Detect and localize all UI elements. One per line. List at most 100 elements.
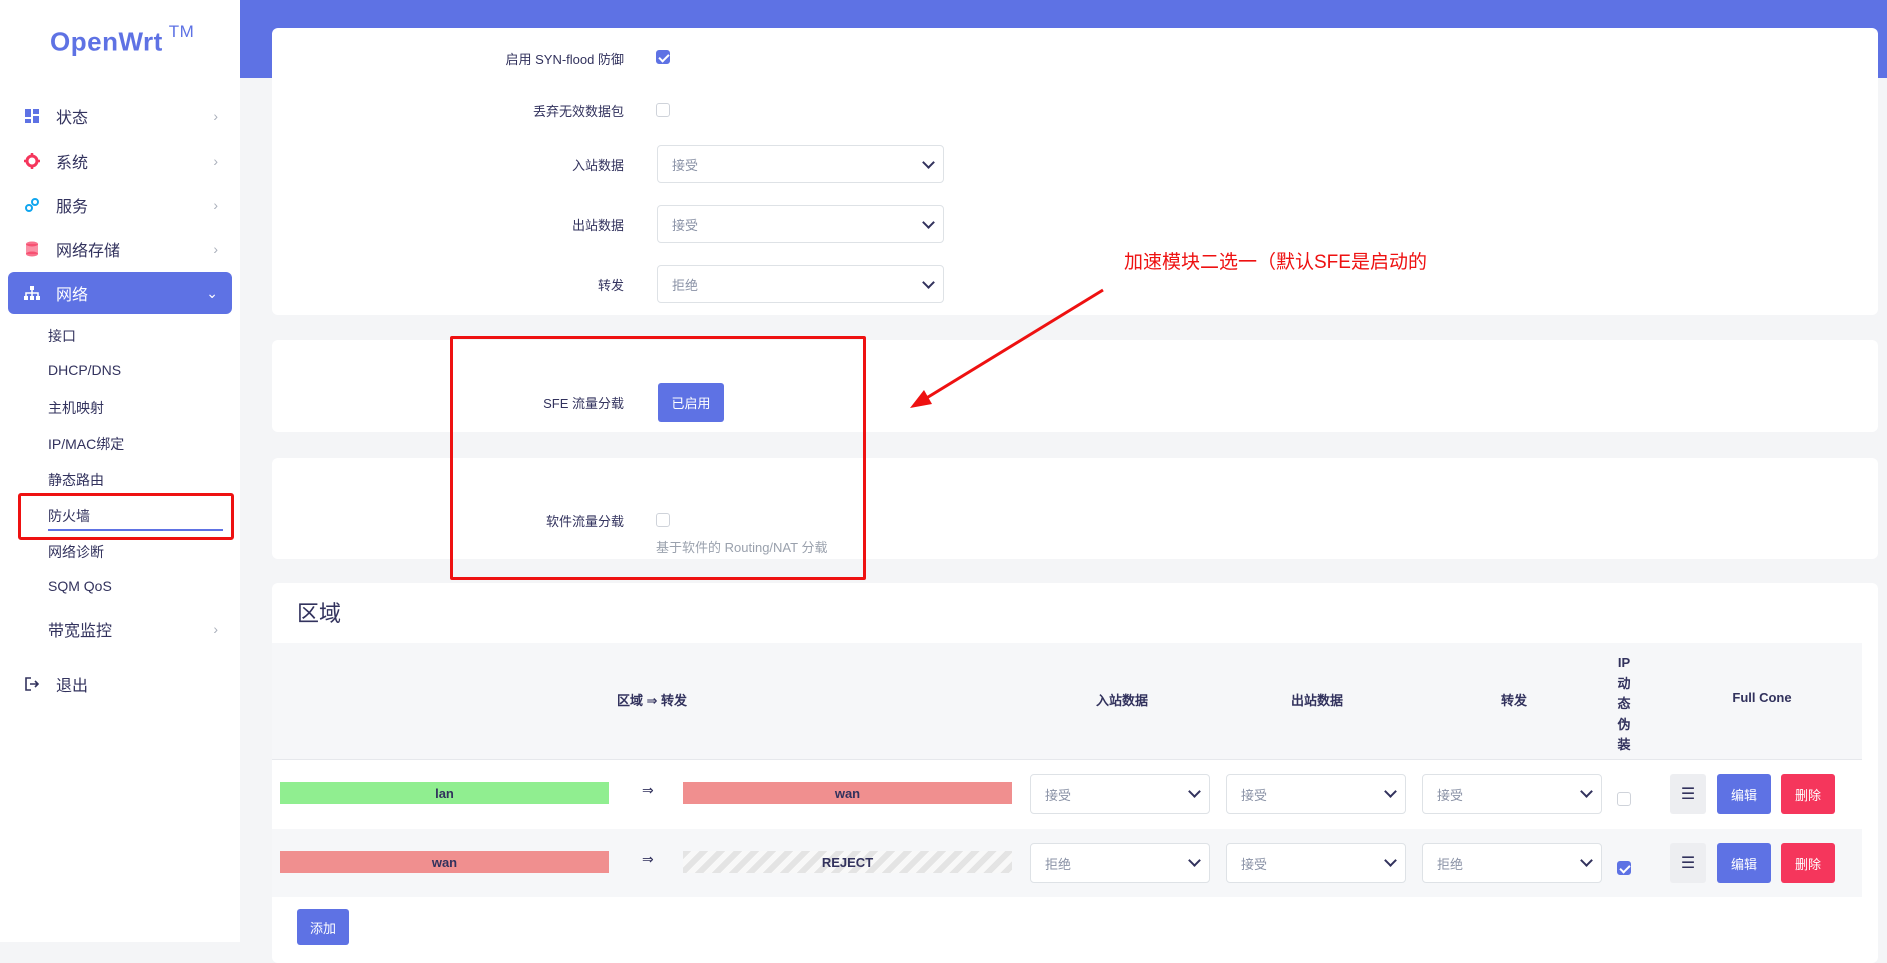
drag-handle-button[interactable]: ☰ [1670, 774, 1706, 814]
chevron-down-icon [1384, 854, 1397, 867]
th-masq-char: 装 [1617, 737, 1631, 752]
chevron-right-icon: › [213, 108, 218, 124]
th-masq-char: IP [1617, 655, 1631, 670]
add-zone-button[interactable]: 添加 [297, 909, 349, 945]
sub-hostnames[interactable]: 主机映射 [48, 398, 104, 418]
logout-icon [22, 677, 42, 691]
firewall-highlight-box [18, 493, 234, 540]
row-output-select[interactable]: 接受 [1226, 774, 1406, 814]
row-input-select[interactable]: 接受 [1030, 774, 1210, 814]
gear-icon [22, 153, 42, 169]
forward-policy-value: 拒绝 [672, 277, 699, 293]
syn-flood-checkbox[interactable] [656, 50, 670, 64]
openwrt-logo[interactable]: OpenWrt TM [50, 22, 194, 58]
row-input-value: 拒绝 [1045, 856, 1072, 872]
forward-arrow: ⇒ [642, 851, 654, 867]
menu-bandwidth[interactable]: 带宽监控 › [8, 611, 232, 647]
dashboard-icon [22, 109, 42, 123]
sub-diagnostics[interactable]: 网络诊断 [48, 542, 104, 562]
chevron-right-icon: › [213, 621, 218, 637]
delete-button[interactable]: 删除 [1781, 843, 1835, 883]
forward-policy-label: 转发 [597, 278, 624, 293]
menu-nas-label: 网络存储 [56, 243, 121, 260]
chevron-down-icon: ⌄ [206, 284, 218, 301]
menu-status[interactable]: 状态 › [8, 98, 232, 134]
drag-handle-button[interactable]: ☰ [1670, 843, 1706, 883]
chevron-down-icon [1580, 854, 1593, 867]
zone-dest-reject: REJECT [683, 851, 1012, 873]
zones-title: 区域 [297, 601, 342, 626]
row-masq-checkbox[interactable] [1617, 792, 1631, 806]
input-policy-select[interactable]: 接受 [657, 145, 944, 183]
row-forward-value: 接受 [1437, 787, 1464, 803]
output-policy-value: 接受 [672, 217, 699, 233]
row-masq-checkbox[interactable] [1617, 861, 1631, 875]
row-forward-select[interactable]: 拒绝 [1422, 843, 1602, 883]
sidebar: OpenWrt TM 状态 › 系统 › 服务 › 网络存储 › 网络 ⌄ 接口… [0, 0, 240, 942]
output-policy-select[interactable]: 接受 [657, 205, 944, 243]
input-policy-value: 接受 [672, 157, 699, 173]
th-masq-char: 动 [1617, 675, 1631, 691]
annotation-text: 加速模块二选一（默认SFE是启动的 [1124, 252, 1427, 273]
menu-logout-label: 退出 [56, 678, 89, 695]
th-masquerade: IP 动 态 伪 装 [1614, 653, 1634, 756]
services-icon [22, 197, 42, 213]
annotation-arrow [910, 288, 1104, 408]
brand-name: OpenWrt [50, 26, 163, 57]
forward-arrow: ⇒ [642, 782, 654, 798]
row-forward-value: 拒绝 [1437, 856, 1464, 872]
menu-services-label: 服务 [56, 199, 89, 216]
table-row: lan ⇒ wan 接受 接受 接受 ☰ 编辑 删除 [272, 760, 1862, 828]
drop-invalid-checkbox[interactable] [656, 103, 670, 117]
row-output-value: 接受 [1241, 787, 1268, 803]
menu-nas[interactable]: 网络存储 › [8, 231, 232, 267]
chevron-right-icon: › [213, 153, 218, 169]
offload-highlight-box [450, 336, 866, 580]
th-input: 入站数据 [1095, 693, 1148, 708]
menu-status-label: 状态 [56, 110, 89, 127]
edit-button[interactable]: 编辑 [1717, 774, 1771, 814]
chevron-down-icon [1580, 785, 1593, 798]
zones-table-header: 区域 ⇒ 转发 入站数据 出站数据 转发 IP 动 态 伪 装 Full Con… [272, 643, 1862, 760]
chevron-right-icon: › [213, 197, 218, 213]
th-zone-forward: 区域 ⇒ 转发 [616, 693, 688, 708]
menu-bandwidth-label: 带宽监控 [48, 623, 113, 640]
network-icon [22, 286, 42, 300]
menu-network-label: 网络 [56, 287, 89, 304]
output-policy-label: 出站数据 [571, 218, 624, 233]
row-output-select[interactable]: 接受 [1226, 843, 1406, 883]
drop-invalid-label: 丢弃无效数据包 [532, 104, 624, 119]
zone-source-lan: lan [280, 782, 609, 804]
menu-logout[interactable]: 退出 [8, 666, 232, 702]
menu-system-label: 系统 [56, 155, 89, 172]
th-output: 出站数据 [1290, 693, 1343, 708]
delete-button[interactable]: 删除 [1781, 774, 1835, 814]
sub-ip-mac-bind[interactable]: IP/MAC绑定 [48, 434, 124, 454]
menu-services[interactable]: 服务 › [8, 187, 232, 223]
row-forward-select[interactable]: 接受 [1422, 774, 1602, 814]
chevron-down-icon [1188, 854, 1201, 867]
sub-interfaces[interactable]: 接口 [48, 326, 76, 346]
chevron-right-icon: › [213, 241, 218, 257]
edit-button[interactable]: 编辑 [1717, 843, 1771, 883]
brand-tm: TM [168, 22, 195, 41]
th-forward: 转发 [1500, 693, 1527, 708]
menu-system[interactable]: 系统 › [8, 143, 232, 179]
th-masq-char: 态 [1617, 696, 1631, 711]
chevron-down-icon [1188, 785, 1201, 798]
chevron-down-icon [922, 156, 935, 169]
th-fullcone: Full Cone [1732, 690, 1792, 705]
row-input-value: 接受 [1045, 787, 1072, 803]
th-masq-char: 伪 [1617, 716, 1631, 732]
zone-dest-wan: wan [683, 782, 1012, 804]
sub-static-routes[interactable]: 静态路由 [48, 470, 104, 490]
chevron-down-icon [1384, 785, 1397, 798]
syn-flood-label: 启用 SYN-flood 防御 [505, 52, 624, 67]
general-settings-card: 启用 SYN-flood 防御 丢弃无效数据包 入站数据 接受 出站数据 接受 … [272, 28, 1878, 315]
database-icon [22, 241, 42, 257]
table-row: wan ⇒ REJECT 拒绝 接受 拒绝 ☰ 编辑 删除 [272, 829, 1862, 897]
sub-sqm-qos[interactable]: SQM QoS [48, 578, 112, 594]
menu-network[interactable]: 网络 ⌄ [8, 272, 232, 314]
row-input-select[interactable]: 拒绝 [1030, 843, 1210, 883]
sub-dhcp-dns[interactable]: DHCP/DNS [48, 362, 121, 378]
